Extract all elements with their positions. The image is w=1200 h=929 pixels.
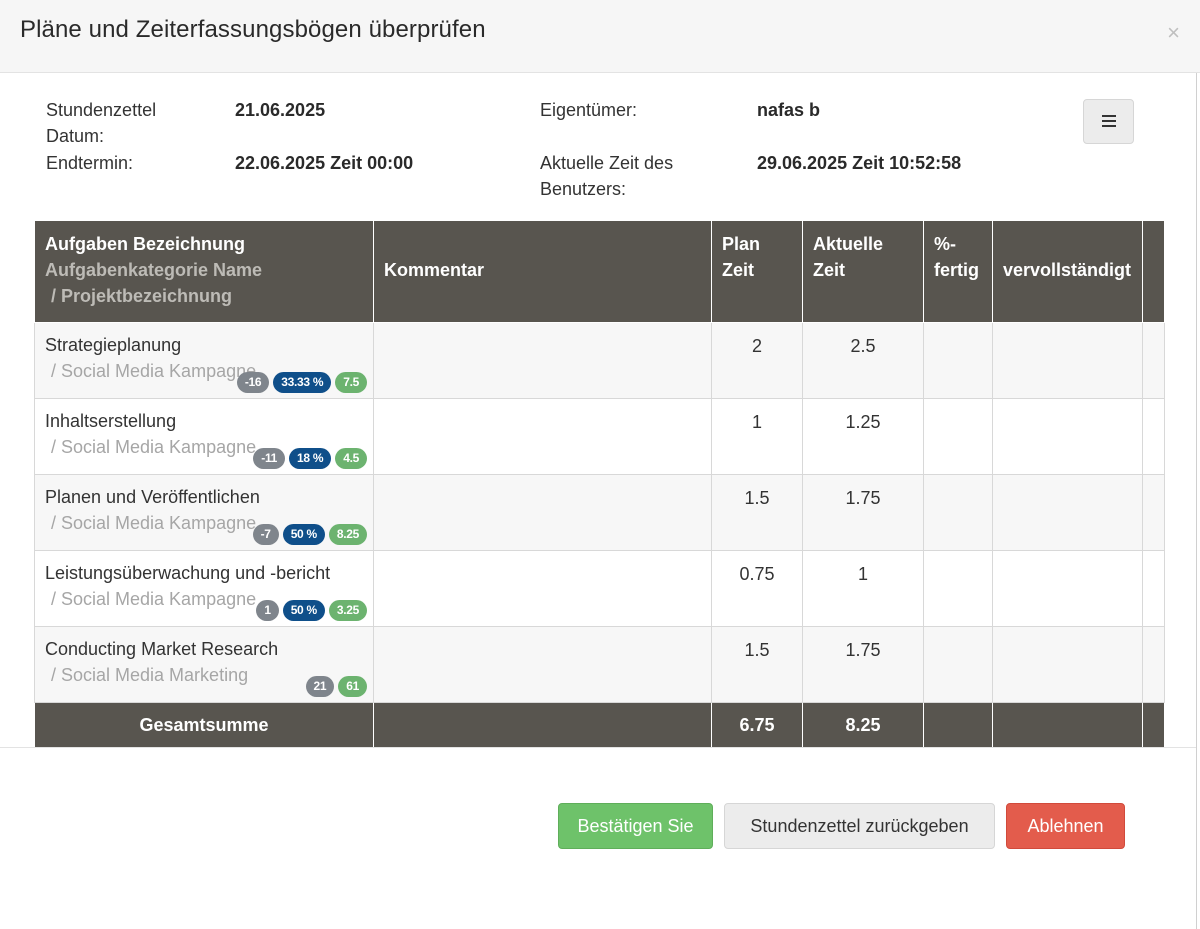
close-icon[interactable]: × <box>1167 22 1180 44</box>
total-row: Gesamtsumme 6.75 8.25 <box>34 702 1165 749</box>
hours-badge: 4.5 <box>335 448 367 469</box>
col-task-project: / Projektbezeichnung <box>51 286 233 306</box>
modal-header: Pläne und Zeiterfassungsbögen überprüfen… <box>0 0 1200 73</box>
timesheet-date-value: 21.06.2025 <box>235 100 326 120</box>
actual-time-cell: 1.75 <box>802 474 924 551</box>
user-time-value: 29.06.2025 Zeit 10:52:58 <box>757 153 962 173</box>
plan-time-cell: 1.5 <box>711 626 803 703</box>
total-plan: 6.75 <box>711 702 803 749</box>
col-completed[interactable]: vervollständigt <box>992 220 1143 323</box>
percent-badge: 50 % <box>282 600 325 621</box>
footer-divider <box>0 747 1196 748</box>
end-date-value: 22.06.2025 Zeit 00:00 <box>235 153 414 173</box>
comment-cell[interactable] <box>373 398 712 475</box>
comment-cell[interactable] <box>373 322 712 399</box>
col-extra <box>1142 220 1165 323</box>
col-percent-done[interactable]: %-fertig <box>923 220 993 323</box>
total-actual: 8.25 <box>802 702 924 749</box>
actual-time-cell: 1.75 <box>802 626 924 703</box>
modal-title: Pläne und Zeiterfassungsbögen überprüfen <box>20 16 486 43</box>
comment-cell[interactable] <box>373 550 712 627</box>
percent-cell[interactable] <box>923 626 993 703</box>
user-time-label: Aktuelle Zeit des Benutzers: <box>540 153 674 199</box>
plan-time-cell: 2 <box>711 322 803 399</box>
col-task[interactable]: Aufgaben Bezeichnung Aufgabenkategorie N… <box>34 220 374 323</box>
percent-badge: 18 % <box>289 448 332 469</box>
menu-button[interactable] <box>1083 99 1134 144</box>
review-modal: Pläne und Zeiterfassungsbögen überprüfen… <box>0 0 1200 929</box>
owner-value: nafas b <box>757 100 821 120</box>
hamburger-icon <box>1102 115 1116 128</box>
hours-badge: 61 <box>338 676 367 697</box>
reject-button[interactable]: Ablehnen <box>1006 803 1125 849</box>
total-label: Gesamtsumme <box>34 702 374 749</box>
col-comment[interactable]: Kommentar <box>373 220 712 323</box>
table-row: Leistungsüberwachung und -bericht / Soci… <box>34 550 1165 627</box>
completed-cell[interactable] <box>992 398 1143 475</box>
return-timesheet-button[interactable]: Stundenzettel zurückgeben <box>724 803 995 849</box>
timesheet-table: Aufgaben Bezeichnung Aufgabenkategorie N… <box>34 220 1165 749</box>
task-name: Inhaltserstellung <box>45 411 177 431</box>
plan-time-cell: 0.75 <box>711 550 803 627</box>
percent-cell[interactable] <box>923 474 993 551</box>
table-row: Conducting Market Research / Social Medi… <box>34 626 1165 703</box>
percent-badge: 50 % <box>282 524 325 545</box>
hours-badge: 3.25 <box>328 600 367 621</box>
comment-cell[interactable] <box>373 626 712 703</box>
completed-cell[interactable] <box>992 474 1143 551</box>
task-category: / Social Media Kampagne <box>51 437 257 457</box>
task-name: Conducting Market Research <box>45 639 279 659</box>
actual-time-cell: 1 <box>802 550 924 627</box>
scrollbar-edge <box>1196 73 1200 929</box>
actual-time-cell: 1.25 <box>802 398 924 475</box>
task-name: Planen und Veröffentlichen <box>45 487 260 507</box>
owner-label: Eigentümer: <box>540 100 638 120</box>
table-header-row: Aufgaben Bezeichnung Aufgabenkategorie N… <box>34 220 1165 323</box>
table-row: Planen und Veröffentlichen / Social Medi… <box>34 474 1165 551</box>
variance-badge: -7 <box>252 524 279 545</box>
variance-badge: 21 <box>305 676 335 697</box>
col-task-title: Aufgaben Bezeichnung <box>45 234 246 254</box>
task-category: / Social Media Kampagne <box>51 361 257 381</box>
actual-time-cell: 2.5 <box>802 322 924 399</box>
percent-cell[interactable] <box>923 398 993 475</box>
plan-time-cell: 1 <box>711 398 803 475</box>
percent-cell[interactable] <box>923 550 993 627</box>
task-category: / Social Media Marketing <box>51 665 249 685</box>
variance-badge: -16 <box>236 372 270 393</box>
percent-cell[interactable] <box>923 322 993 399</box>
table-row: Strategieplanung / Social Media Kampagne… <box>34 322 1165 399</box>
completed-cell[interactable] <box>992 322 1143 399</box>
task-category: / Social Media Kampagne <box>51 589 257 609</box>
timesheet-date-label: Stundenzettel Datum: <box>46 100 157 146</box>
end-date-label: Endtermin: <box>46 153 134 173</box>
task-name: Strategieplanung <box>45 335 182 355</box>
completed-cell[interactable] <box>992 626 1143 703</box>
col-task-category: Aufgabenkategorie Name <box>45 260 263 280</box>
col-plan-time[interactable]: Plan Zeit <box>711 220 803 323</box>
plan-time-cell: 1.5 <box>711 474 803 551</box>
variance-badge: -11 <box>253 448 286 469</box>
percent-badge: 33.33 % <box>273 372 332 393</box>
comment-cell[interactable] <box>373 474 712 551</box>
confirm-button[interactable]: Bestätigen Sie <box>558 803 713 849</box>
table-row: Inhaltserstellung / Social Media Kampagn… <box>34 398 1165 475</box>
completed-cell[interactable] <box>992 550 1143 627</box>
variance-badge: 1 <box>256 600 279 621</box>
col-actual-time[interactable]: Aktuelle Zeit <box>802 220 924 323</box>
task-category: / Social Media Kampagne <box>51 513 257 533</box>
hours-badge: 7.5 <box>335 372 367 393</box>
hours-badge: 8.25 <box>328 524 367 545</box>
task-name: Leistungsüberwachung und -bericht <box>45 563 331 583</box>
